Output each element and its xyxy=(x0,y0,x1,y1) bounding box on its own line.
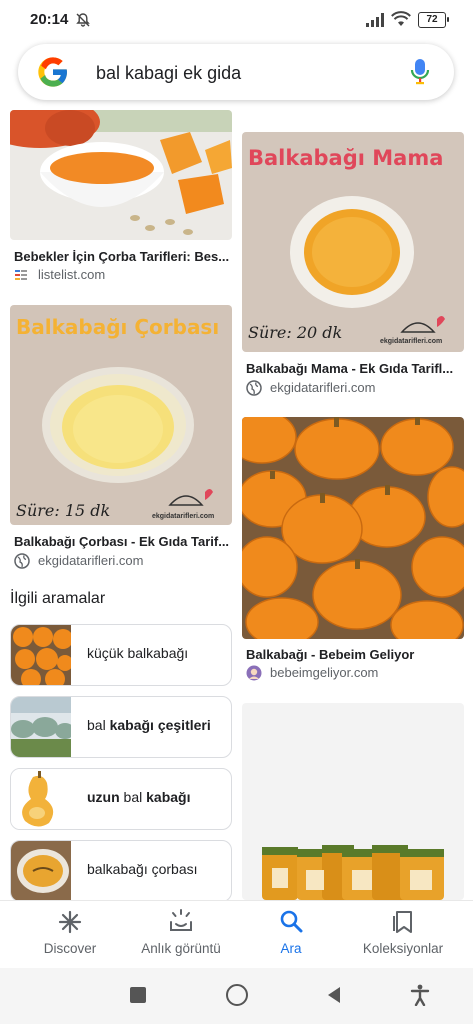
result-image-4[interactable] xyxy=(242,417,464,639)
google-logo-icon xyxy=(37,56,69,93)
result-title-2[interactable]: Balkabağı Mama - Ek Gıda Tarifl... xyxy=(246,361,462,376)
home-icon[interactable] xyxy=(226,984,248,1006)
corba-overlay-time: Süre: 15 dk xyxy=(16,501,111,520)
bebeimgeliyor-favicon-icon xyxy=(246,665,262,686)
result-source-3: ekgidatarifleri.com xyxy=(38,553,144,568)
related-thumb-2 xyxy=(11,697,71,757)
globe-icon xyxy=(246,380,262,401)
related-item-uzun-bal-kabagi[interactable]: uzun bal kabağı xyxy=(10,768,232,830)
nav-label-search: Ara xyxy=(280,941,302,956)
related-label-4: balkabağı çorbası xyxy=(87,861,198,877)
battery-nub xyxy=(447,17,449,22)
result-source-1: listelist.com xyxy=(38,267,106,282)
accessibility-icon[interactable] xyxy=(410,984,430,1011)
battery-indicator: 72 xyxy=(418,12,446,28)
listelist-favicon-icon xyxy=(14,268,28,282)
nav-snapshot[interactable]: Anlık görüntü xyxy=(126,906,236,966)
related-thumb-1 xyxy=(11,625,71,685)
related-item-balkabagi-corbasi[interactable]: balkabağı çorbası xyxy=(10,840,232,902)
related-label-1: küçük balkabağı xyxy=(87,645,189,661)
search-icon xyxy=(280,910,303,933)
recent-apps-icon[interactable] xyxy=(130,987,146,1003)
related-item-bal-kabagi-cesitleri[interactable]: bal kabağı çeşitleri xyxy=(10,696,232,758)
result-source-4: bebeimgeliyor.com xyxy=(270,665,379,680)
result-source-2: ekgidatarifleri.com xyxy=(270,380,376,395)
nav-label-snapshot: Anlık görüntü xyxy=(141,941,221,956)
globe-icon xyxy=(14,553,30,574)
bell-muted-icon xyxy=(75,12,91,33)
nav-label-discover: Discover xyxy=(43,941,97,956)
mama-overlay-title: Balkabağı Mama xyxy=(248,146,444,170)
result-image-5[interactable] xyxy=(242,703,464,900)
nav-collections[interactable]: Koleksiyonlar xyxy=(348,906,458,966)
result-image-3[interactable]: Balkabağı Çorbası Süre: 15 dk ekgidatari… xyxy=(10,305,232,525)
result-title-1[interactable]: Bebekler İçin Çorba Tarifleri: Bes... xyxy=(14,249,230,264)
related-label-2: bal kabağı çeşitleri xyxy=(87,717,211,733)
status-time: 20:14 xyxy=(30,11,69,28)
mama-watermark: ekgidatarifleri.com xyxy=(380,338,443,345)
mama-overlay-time: Süre: 20 dk xyxy=(248,323,343,342)
microphone-icon[interactable] xyxy=(410,58,430,91)
search-query[interactable]: bal kabagi ek gida xyxy=(96,63,241,84)
related-item-kucuk-balkabagi[interactable]: küçük balkabağı xyxy=(10,624,232,686)
nav-search[interactable]: Ara xyxy=(246,906,336,966)
result-title-4[interactable]: Balkabağı - Bebeim Geliyor xyxy=(246,647,462,662)
snapshot-icon xyxy=(170,909,192,931)
corba-overlay-title: Balkabağı Çorbası xyxy=(16,315,220,339)
related-thumb-3 xyxy=(11,769,71,829)
corba-watermark: ekgidatarifleri.com xyxy=(152,513,215,520)
back-icon[interactable] xyxy=(326,986,342,1009)
result-title-3[interactable]: Balkabağı Çorbası - Ek Gıda Tarif... xyxy=(14,534,230,549)
collections-icon xyxy=(393,911,412,933)
related-searches-heading: İlgili aramalar xyxy=(10,590,106,607)
signal-icon xyxy=(366,13,386,32)
nav-discover[interactable]: Discover xyxy=(20,906,120,966)
wifi-icon xyxy=(391,11,411,32)
related-label-3: uzun bal kabağı xyxy=(87,789,191,805)
result-image-1[interactable] xyxy=(10,110,232,240)
nav-label-collections: Koleksiyonlar xyxy=(362,941,444,956)
related-thumb-4 xyxy=(11,841,71,901)
result-image-2[interactable]: Balkabağı Mama Süre: 20 dk ekgidatarifle… xyxy=(242,132,464,352)
asterisk-icon xyxy=(58,910,82,934)
